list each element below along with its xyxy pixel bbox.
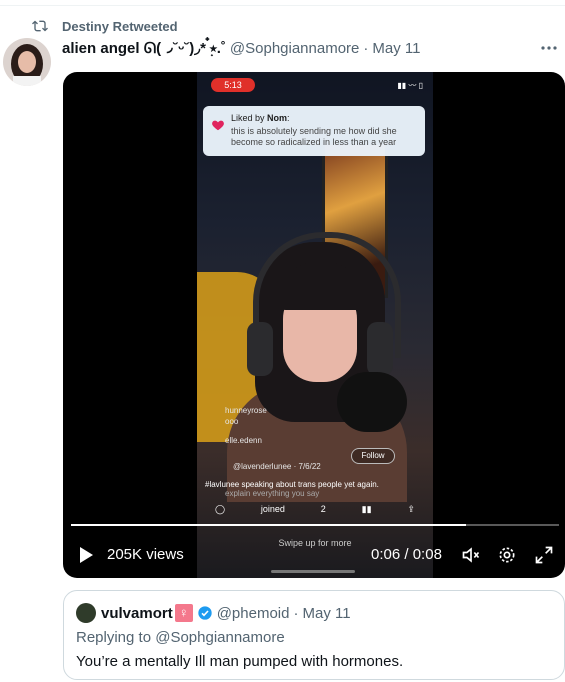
overlay-stats-icon: ▮▮ <box>361 504 372 514</box>
replying-to-prefix: Replying to <box>76 629 156 646</box>
overlay-quote-user: @lavenderlunee · 7/6/22 <box>233 462 321 471</box>
video-controls: 205K views 0:06 / 0:08 <box>63 538 565 572</box>
liked-suffix: : <box>287 113 290 123</box>
headphones-left <box>247 322 273 376</box>
quote-text: You’re a mentally Ill man pumped with ho… <box>76 653 404 670</box>
video-progress-fill <box>71 524 467 526</box>
overlay-joined: joined <box>260 504 285 514</box>
quote-display-name[interactable]: vulvamort <box>101 605 173 622</box>
quoted-reply-card[interactable]: vulvamort ♀ @phemoid · May 11 Replying t… <box>63 590 565 680</box>
phone-status-time: 5:13 <box>211 78 255 92</box>
quote-header: vulvamort ♀ @phemoid · May 11 <box>76 603 351 623</box>
view-count: 205K views <box>107 546 184 563</box>
retweet-icon <box>32 20 48 32</box>
liked-prefix: Liked by <box>231 113 268 123</box>
settings-gear-icon[interactable] <box>497 545 517 565</box>
quote-handle[interactable]: @phemoid <box>217 605 290 622</box>
elapsed-time: 0:06 <box>371 546 401 563</box>
tweet-date[interactable]: May 11 <box>372 40 420 57</box>
liked-name: Nom <box>267 113 288 123</box>
liked-by-line: Liked by Nom: <box>231 113 290 123</box>
liked-notification: Liked by Nom: this is absolutely sending… <box>203 106 425 156</box>
top-divider <box>0 5 565 6</box>
video-progress-bar[interactable] <box>71 524 559 526</box>
time-readout: 0:06 / 0:08 <box>371 546 442 563</box>
play-icon[interactable] <box>77 546 95 564</box>
overlay-caption: #lavlunee speaking about trans people ye… <box>205 480 379 489</box>
overlay-action-icons: ◯ joined 2 ▮▮ ⇪ <box>215 504 415 515</box>
header-separator: · <box>363 39 369 57</box>
overlay-user1-sub: ooo <box>225 417 239 426</box>
overlay-share-icon: ⇪ <box>407 504 415 514</box>
quote-separator: · <box>293 604 299 622</box>
retweet-label: Destiny Retweeted <box>62 18 178 34</box>
venus-badge-icon: ♀ <box>174 604 193 622</box>
overlay-comment-icon: ◯ <box>215 504 226 514</box>
replying-to-handle[interactable]: @Sophgiannamore <box>155 629 284 646</box>
phone-status-icons: ▮▮ 〰 ▯ <box>397 81 423 90</box>
microphone <box>337 372 407 432</box>
replying-to-line: Replying to @Sophgiannamore <box>76 629 285 646</box>
fullscreen-icon[interactable] <box>534 545 554 565</box>
author-display-name[interactable]: alien angel ᘏ(◞˘ᵕ˘)◞* ๋࣭⭑.˚ <box>62 36 226 60</box>
overlay-likes-count: 2 <box>320 504 326 514</box>
author-handle[interactable]: @Sophgiannamore <box>230 40 359 57</box>
retweet-context[interactable]: Destiny Retweeted <box>32 17 178 35</box>
video-player[interactable]: 5:13 ▮▮ 〰 ▯ Liked by Nom: this is absolu… <box>63 72 565 578</box>
notification-message: this is absolutely sending me how did sh… <box>231 126 397 147</box>
overlay-subcaption: explain everything you say <box>225 489 320 498</box>
author-avatar[interactable] <box>3 38 51 86</box>
volume-muted-icon[interactable] <box>461 545 481 565</box>
total-duration: 0:08 <box>412 546 442 563</box>
verified-badge-icon <box>198 606 212 620</box>
more-horizontal-icon[interactable] <box>539 42 559 54</box>
quote-avatar[interactable] <box>76 603 96 623</box>
quote-date[interactable]: May 11 <box>302 605 350 622</box>
headphones-right <box>367 322 393 376</box>
overlay-follow-button: Follow <box>351 448 395 464</box>
video-frame: 5:13 ▮▮ 〰 ▯ Liked by Nom: this is absolu… <box>197 72 433 578</box>
overlay-user1: hunneyrose <box>225 406 267 415</box>
overlay-user2: elle.edenn <box>225 436 262 445</box>
avatar-image <box>3 38 51 86</box>
heart-icon <box>212 120 224 131</box>
tweet-header: alien angel ᘏ(◞˘ᵕ˘)◞* ๋࣭⭑.˚ @Sophgiannam… <box>62 38 420 58</box>
